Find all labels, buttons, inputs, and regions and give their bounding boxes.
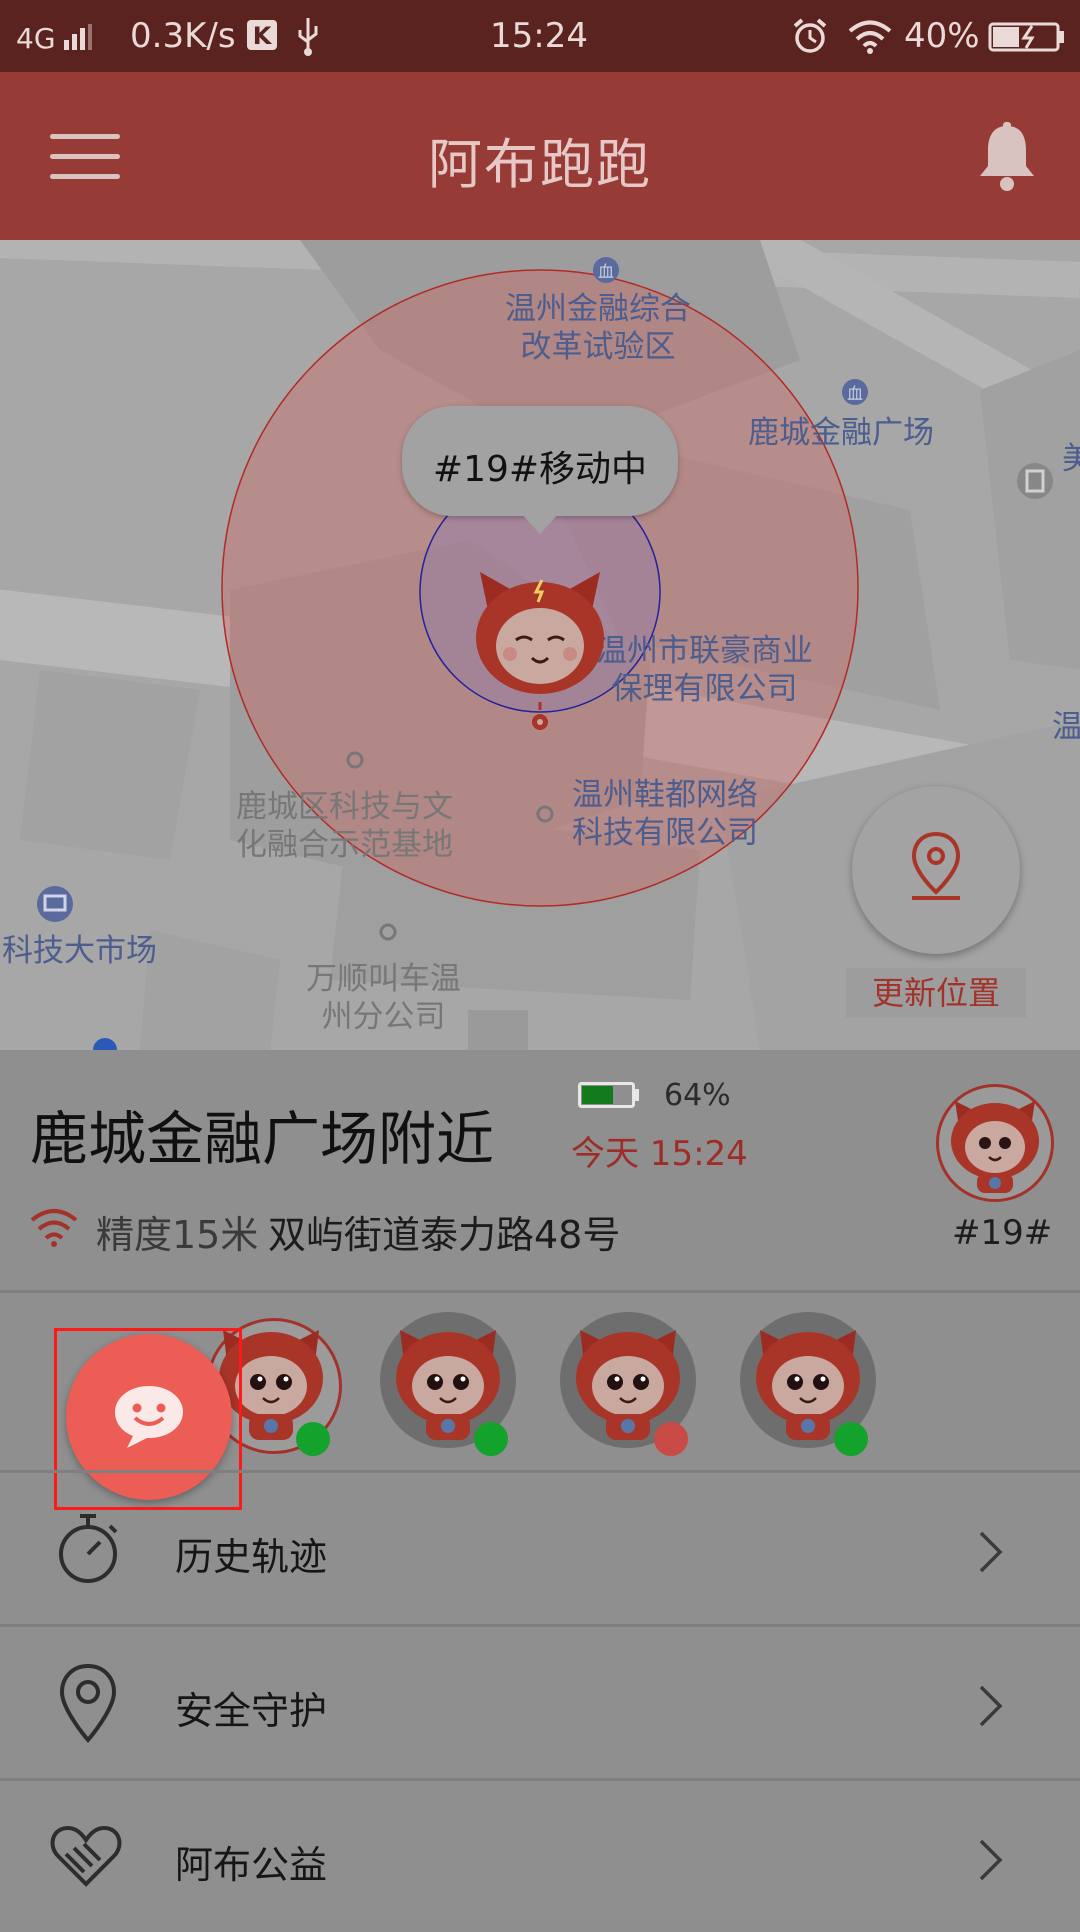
current-device-avatar[interactable] [936, 1084, 1054, 1202]
menu-label-charity: 阿布公益 [175, 1843, 328, 1887]
network-type: 4G [16, 22, 56, 55]
map-label-tech-market: 科技大市场 [2, 933, 157, 969]
device-status-dot-3 [654, 1422, 688, 1456]
bubble-tail [520, 512, 560, 534]
map-label-xiedu: 温州鞋都网络 科技有限公司 [572, 777, 758, 851]
device-status-dot-1 [296, 1422, 330, 1456]
battery-percent: 40% [904, 16, 980, 56]
k-app-icon: K [247, 20, 277, 50]
menu-row-guard[interactable]: 安全守护 [0, 1628, 1080, 1778]
location-pin-icon [59, 1663, 117, 1744]
app-bar: 阿布跑跑 [0, 72, 1080, 240]
map-label-finance-zone: 温州金融综合 改革试验区 [505, 291, 691, 365]
address-text: 双屿街道泰力路48号 [268, 1213, 621, 1257]
menu-icon[interactable] [50, 134, 120, 180]
chevron-right-icon [979, 1685, 1003, 1727]
status-bubble: #19#移动中 [402, 406, 678, 516]
marker-pin-icon [532, 702, 548, 730]
mascot-marker-icon[interactable] [470, 566, 610, 706]
svg-text:K: K [253, 22, 273, 50]
signal-icon [64, 24, 92, 50]
clock: 15:24 [490, 16, 588, 56]
menu-row-charity[interactable]: 阿布公益 [0, 1782, 1080, 1932]
update-time: 今天 15:24 [571, 1134, 748, 1174]
app-title: 阿布跑跑 [428, 133, 652, 196]
map-view[interactable]: 血 血 温州金融综合 改革试验区 鹿城金融广场 美 温州市联豪商业 保理有限公司 温… [0, 240, 1080, 1050]
menu-row-history[interactable]: 历史轨迹 [0, 1474, 1080, 1624]
location-name: 鹿城金融广场附近 [30, 1105, 495, 1173]
stopwatch-icon [59, 1514, 118, 1583]
map-label-edge-1: 美 [1062, 441, 1080, 477]
bell-icon[interactable] [976, 122, 1038, 192]
wifi-icon [848, 20, 892, 54]
status-bar: 4G 0.3K/s K 15:24 40% [0, 0, 1080, 72]
usb-icon [298, 18, 318, 56]
svg-text:血: 血 [847, 384, 863, 403]
chevron-right-icon [979, 1839, 1003, 1881]
divider [0, 1470, 1080, 1473]
map-label-wanshun: 万顺叫车温 州分公司 [306, 961, 461, 1035]
menu-label-guard: 安全守护 [175, 1689, 328, 1733]
device-status-dot-4 [834, 1422, 868, 1456]
chevron-right-icon [979, 1531, 1003, 1573]
divider [0, 1778, 1080, 1781]
heart-hand-icon [50, 1825, 122, 1887]
update-location-button[interactable] [852, 786, 1020, 954]
device-id: #19# [952, 1213, 1053, 1253]
alarm-icon [793, 18, 827, 53]
divider [0, 1624, 1080, 1627]
location-pin-icon [911, 831, 961, 900]
accuracy-text: 精度15米 [96, 1213, 259, 1257]
divider [0, 1290, 1080, 1293]
map-label-tech-base: 鹿城区科技与文 化融合示范基地 [236, 789, 453, 863]
update-location-label[interactable]: 更新位置 [846, 968, 1026, 1018]
battery-icon [988, 22, 1064, 52]
map-label-finance-plaza: 鹿城金融广场 [748, 415, 934, 451]
svg-text:血: 血 [598, 262, 614, 281]
device-battery-percent: 64% [664, 1078, 731, 1113]
menu-label-history: 历史轨迹 [175, 1535, 328, 1579]
chat-smile-icon [115, 1386, 183, 1448]
map-label-lianhao: 温州市联豪商业 保理有限公司 [596, 633, 813, 707]
map-label-edge-2: 温 [1052, 709, 1080, 745]
mascot-avatar-icon [951, 1101, 1039, 1193]
accuracy-signal-icon [30, 1209, 78, 1247]
device-status-dot-2 [474, 1422, 508, 1456]
network-speed: 0.3K/s [130, 16, 236, 56]
device-battery-icon [578, 1082, 639, 1108]
